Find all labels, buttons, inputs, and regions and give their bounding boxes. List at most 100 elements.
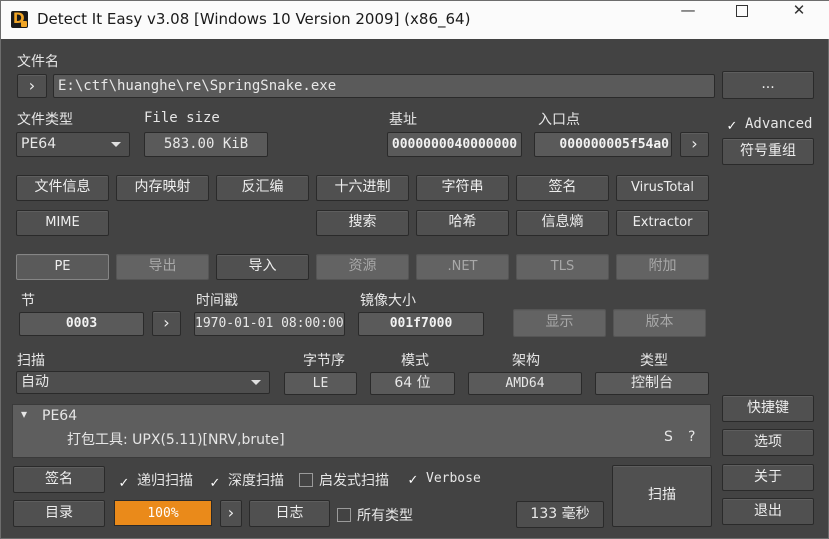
result-node-pe64[interactable]: PE64: [42, 408, 77, 424]
chevron-down-icon: [251, 380, 261, 385]
close-icon: ✕: [792, 1, 806, 19]
import-button[interactable]: 导入: [216, 254, 309, 280]
recursive-scan-label: 递归扫描: [137, 473, 193, 489]
section-go-button[interactable]: ›: [152, 311, 181, 336]
recursive-scan-checkbox[interactable]: ✓ 递归扫描: [117, 470, 193, 492]
image-size-label: 镜像大小: [360, 293, 416, 309]
version-button[interactable]: 版本: [613, 309, 706, 337]
all-types-checkbox[interactable]: 所有类型: [337, 505, 413, 525]
info-flag[interactable]: ?: [688, 429, 695, 445]
chevron-right-icon: ›: [28, 76, 36, 95]
chevron-right-icon: ›: [227, 503, 235, 522]
scan-mode-value: 自动: [21, 374, 49, 390]
section-count-value: 0003: [19, 312, 144, 336]
mime-button[interactable]: MIME: [16, 210, 109, 236]
endianness-value: LE: [284, 372, 357, 395]
base-address-value: 0000000040000000: [387, 132, 522, 157]
entry-point-value: 000000005f54a0: [534, 132, 672, 157]
app-logo-icon: D: [11, 11, 28, 28]
scan-label: 扫描: [17, 353, 45, 369]
hash-button[interactable]: 哈希: [416, 210, 509, 236]
extractor-button[interactable]: Extractor: [616, 210, 709, 236]
detection-entry[interactable]: 打包工具: UPX(5.11)[NRV,brute]: [67, 429, 285, 449]
maximize-button[interactable]: [715, 1, 769, 39]
architecture-label: 架构: [512, 353, 540, 369]
deep-scan-label: 深度扫描: [228, 473, 284, 489]
pe-button[interactable]: PE: [16, 254, 109, 280]
maximize-icon: [736, 4, 748, 17]
file-path-field[interactable]: E:\ctf\huanghe\re\SpringSnake.exe: [53, 74, 715, 98]
check-icon: ✓: [726, 119, 738, 134]
log-button[interactable]: 日志: [249, 500, 330, 527]
verbose-label: Verbose: [426, 471, 481, 486]
scan-time-value: 133 毫秒: [516, 501, 604, 528]
next-button[interactable]: ›: [220, 500, 242, 527]
base-address-label: 基址: [389, 112, 417, 128]
entry-point-button[interactable]: ›: [680, 132, 709, 157]
memory-map-button[interactable]: 内存映射: [116, 175, 209, 201]
chevron-right-icon: ›: [691, 134, 698, 153]
scan-button[interactable]: 扫描: [612, 465, 712, 527]
symbols-button[interactable]: 符号重组: [722, 138, 814, 165]
expand-button[interactable]: ›: [17, 74, 47, 98]
tls-button[interactable]: TLS: [516, 254, 609, 280]
resource-button[interactable]: 资源: [316, 254, 409, 280]
heuristic-scan-label: 启发式扫描: [319, 473, 389, 489]
window-title: Detect It Easy v3.08 [Windows 10 Version…: [37, 10, 471, 28]
shortcuts-button[interactable]: 快捷键: [722, 395, 814, 422]
minimize-button[interactable]: —: [661, 1, 715, 39]
title-bar: D Detect It Easy v3.08 [Windows 10 Versi…: [1, 1, 829, 39]
close-button[interactable]: ✕: [772, 1, 826, 39]
minimize-icon: —: [680, 1, 696, 19]
options-button[interactable]: 选项: [722, 429, 814, 456]
file-name-label: 文件名: [17, 54, 59, 70]
endianness-label: 字节序: [303, 353, 345, 369]
file-type-value: PE64: [21, 136, 57, 152]
disassembly-button[interactable]: 反汇编: [216, 175, 309, 201]
mode-label: 模式: [401, 353, 429, 369]
scan-mode-select[interactable]: 自动: [16, 371, 270, 394]
main-window: D Detect It Easy v3.08 [Windows 10 Versi…: [0, 0, 829, 539]
overlay-button[interactable]: 附加: [616, 254, 709, 280]
file-size-value: 583.00 KiB: [144, 132, 268, 157]
advanced-checkbox[interactable]: ✓ Advanced: [725, 116, 813, 135]
file-size-label: File size: [144, 110, 220, 126]
result-panel: ▾ PE64 打包工具: UPX(5.11)[NRV,brute] S ?: [12, 404, 711, 458]
timestamp-label: 时间戳: [196, 293, 238, 309]
advanced-label: Advanced: [745, 116, 813, 132]
directory-button[interactable]: 目录: [13, 500, 105, 527]
signatures-button[interactable]: 签名: [516, 175, 609, 201]
checkbox-box: [299, 473, 313, 487]
check-icon: ✓: [407, 473, 419, 488]
about-button[interactable]: 关于: [722, 464, 814, 491]
browse-button[interactable]: ...: [722, 71, 814, 99]
scan-progress-bar: 100%: [114, 500, 212, 526]
file-info-button[interactable]: 文件信息: [16, 175, 109, 201]
subsystem-value: 控制台: [595, 372, 709, 395]
collapse-icon[interactable]: ▾: [21, 407, 27, 421]
search-button[interactable]: 搜索: [316, 210, 409, 236]
signature-flag[interactable]: S: [664, 429, 673, 445]
export-button[interactable]: 导出: [116, 254, 209, 280]
net-button[interactable]: .NET: [416, 254, 509, 280]
check-icon: ✓: [118, 476, 130, 491]
verbose-checkbox[interactable]: ✓ Verbose: [406, 470, 481, 489]
image-size-value: 001f7000: [358, 312, 484, 336]
exit-button[interactable]: 退出: [722, 498, 814, 525]
show-button[interactable]: 显示: [513, 309, 606, 337]
architecture-value: AMD64: [468, 372, 582, 395]
deep-scan-checkbox[interactable]: ✓ 深度扫描: [208, 470, 284, 492]
entry-point-label: 入口点: [538, 112, 580, 128]
entropy-button[interactable]: 信息熵: [516, 210, 609, 236]
check-icon: ✓: [209, 476, 221, 491]
hex-button[interactable]: 十六进制: [316, 175, 409, 201]
strings-button[interactable]: 字符串: [416, 175, 509, 201]
signatures-bottom-button[interactable]: 签名: [13, 466, 105, 493]
heuristic-scan-checkbox[interactable]: 启发式扫描: [299, 470, 389, 490]
section-label: 节: [21, 293, 35, 309]
file-type-label: 文件类型: [17, 112, 73, 128]
checkbox-box: [337, 508, 351, 522]
timestamp-value: 1970-01-01 08:00:00: [194, 312, 345, 336]
all-types-label: 所有类型: [357, 508, 413, 524]
virustotal-button[interactable]: VirusTotal: [616, 175, 709, 201]
